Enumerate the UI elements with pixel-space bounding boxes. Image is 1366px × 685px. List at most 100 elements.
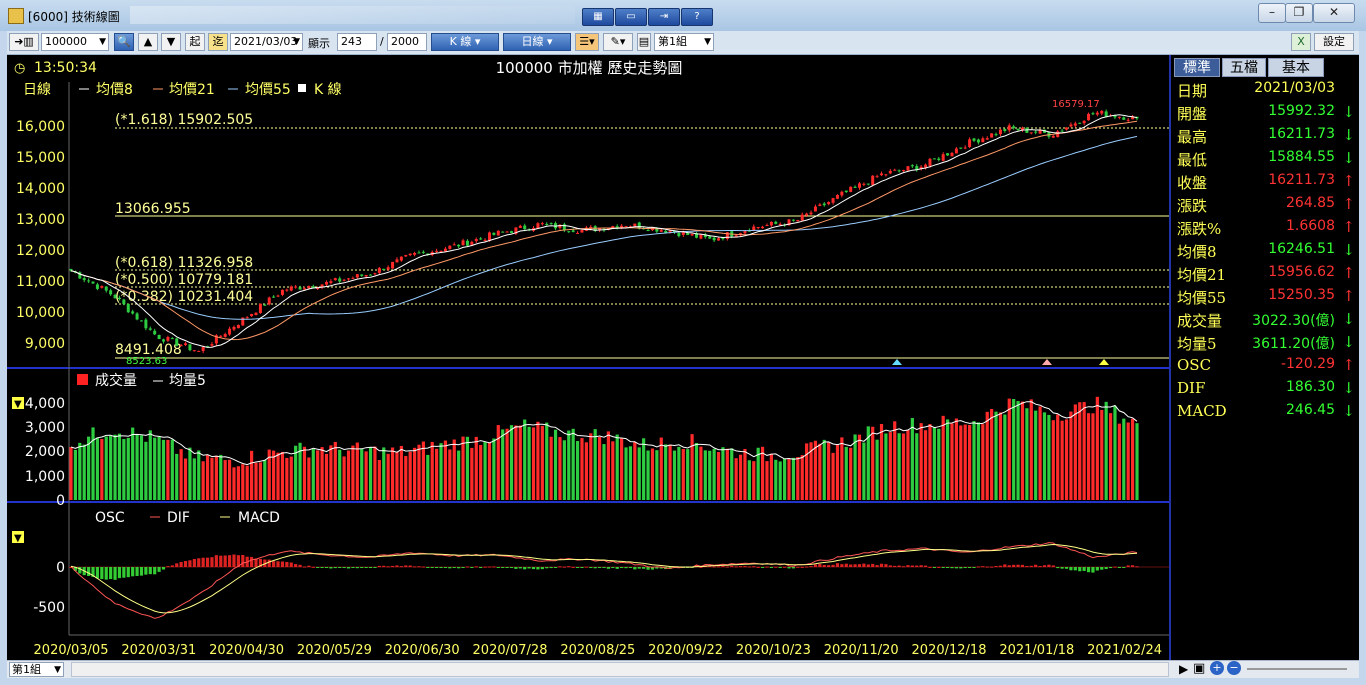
osc-bar	[219, 555, 223, 567]
volume-bar	[743, 448, 747, 500]
excel-icon[interactable]: X	[1291, 33, 1311, 51]
candle-body	[267, 297, 271, 305]
date-select[interactable]: 2021/03/03 ▼	[230, 33, 303, 51]
volume-bar	[694, 443, 699, 500]
zoom-slider[interactable]	[1247, 668, 1347, 670]
osc-bar	[395, 565, 399, 567]
candle-body	[884, 174, 888, 176]
display-count-input[interactable]: 243	[337, 33, 377, 51]
osc-bar	[866, 564, 870, 567]
zoom-out-icon[interactable]: −	[1227, 661, 1241, 675]
start-button[interactable]: 起	[185, 33, 205, 51]
tab-five-levels[interactable]: 五檔	[1222, 58, 1266, 77]
volume-bar	[584, 442, 588, 500]
osc-bar	[399, 566, 403, 568]
volume-bar	[906, 429, 910, 500]
quote-value: 15884.55	[1268, 149, 1335, 165]
volume-bar	[294, 445, 298, 500]
group-icon[interactable]: ▤	[637, 33, 651, 51]
volume-bar	[571, 428, 575, 500]
layout-icon[interactable]: ▦	[582, 8, 614, 26]
end-button[interactable]: 迄	[208, 33, 228, 51]
display-total-input[interactable]: 2000	[387, 33, 427, 51]
volume-bar	[113, 434, 117, 500]
technical-chart[interactable]: ◷ 13:50:34 100000 市加權 歷史走勢圖 日線 均價8 均價21 …	[7, 55, 1169, 660]
osc-bar	[448, 567, 452, 569]
volume-bar	[998, 412, 1003, 500]
quote-row: 均價21 15956.62 ↑	[1177, 264, 1357, 286]
symbol-input[interactable]: 100000 ▼	[41, 33, 109, 51]
volume-bar	[289, 456, 293, 500]
candle-body	[717, 238, 721, 241]
quote-arrow-icon: ↓	[1342, 103, 1355, 121]
close-button[interactable]: ✕	[1313, 3, 1355, 23]
quote-label: 成交量	[1177, 312, 1223, 330]
quote-value: 264.85	[1286, 195, 1335, 211]
link-arrow-icon[interactable]: ➜▥	[9, 33, 39, 51]
period-button[interactable]: 日線 ▾	[503, 33, 571, 51]
osc-bar	[148, 567, 152, 575]
tab-standard[interactable]: 標準	[1174, 58, 1220, 77]
exit-icon[interactable]: ⇥	[648, 8, 680, 26]
candle-body	[734, 235, 738, 237]
down-arrow-button[interactable]: ▼	[161, 33, 181, 51]
up-arrow-button[interactable]: ▲	[138, 33, 158, 51]
window-icon[interactable]: ▭	[615, 8, 647, 26]
volume-bar	[430, 441, 434, 500]
price-tick: 11,000	[16, 274, 65, 290]
help-icon[interactable]: ?	[681, 8, 713, 26]
volume-bar	[937, 428, 941, 500]
osc-bar	[104, 567, 108, 580]
volume-bar	[910, 418, 914, 500]
volume-bar	[765, 461, 769, 500]
osc-bar	[809, 566, 813, 568]
volume-bar	[197, 450, 201, 500]
candle-body	[690, 234, 694, 236]
candle-body	[761, 226, 765, 229]
osc-bar	[597, 567, 602, 568]
zoom-in-icon[interactable]: +	[1210, 661, 1224, 675]
chart-toggle-icon[interactable]: ▣	[1193, 661, 1205, 676]
osc-bar	[796, 566, 800, 568]
volume-bar	[73, 449, 78, 500]
candle-body	[435, 250, 439, 252]
pen-icon[interactable]: ✎▾	[603, 33, 633, 51]
settings-button[interactable]: 設定	[1314, 33, 1354, 51]
candle-body	[681, 231, 685, 235]
volume-bar	[879, 423, 884, 500]
candle-body	[245, 317, 249, 319]
search-icon[interactable]: 🔍	[114, 33, 134, 51]
minimize-button[interactable]: –	[1258, 3, 1286, 23]
candle-body	[223, 334, 227, 337]
volume-bar	[250, 450, 254, 500]
candle-body	[338, 278, 342, 282]
volume-bar	[421, 441, 425, 500]
volume-bar	[82, 444, 86, 500]
candle-body	[443, 248, 447, 252]
k-line-button[interactable]: K 線 ▾	[431, 33, 499, 51]
volume-bar	[470, 447, 474, 500]
candle-body	[294, 286, 298, 288]
style-icon[interactable]: ☰▾	[575, 33, 599, 51]
osc-bar	[642, 567, 646, 569]
tab-basic[interactable]: 基本	[1268, 58, 1324, 77]
status-group-select[interactable]: 第1組 ▼	[9, 662, 64, 677]
candle-body	[809, 212, 813, 215]
volume-bar	[589, 433, 593, 500]
osc-legend: OSC	[95, 510, 125, 526]
chart-area[interactable]: ◷ 13:50:34 100000 市加權 歷史走勢圖 日線 均價8 均價21 …	[7, 55, 1169, 660]
volume-bar	[778, 461, 782, 500]
volume-bar	[390, 447, 395, 500]
restore-button[interactable]: ❐	[1285, 3, 1313, 23]
candle-body	[791, 219, 795, 221]
fib-label: 13066.955	[115, 201, 191, 217]
scroll-right-icon[interactable]: ▶	[1179, 662, 1188, 676]
date-tick: 2020/06/30	[385, 643, 460, 658]
horizontal-scrollbar[interactable]	[71, 662, 1169, 677]
group-select[interactable]: 第1組 ▼	[654, 33, 714, 51]
volume-bar	[646, 450, 650, 500]
candle-body	[998, 129, 1002, 135]
clock-icon: ◷	[14, 61, 25, 76]
volume-bar	[1016, 401, 1020, 500]
volume-bar	[968, 425, 972, 500]
